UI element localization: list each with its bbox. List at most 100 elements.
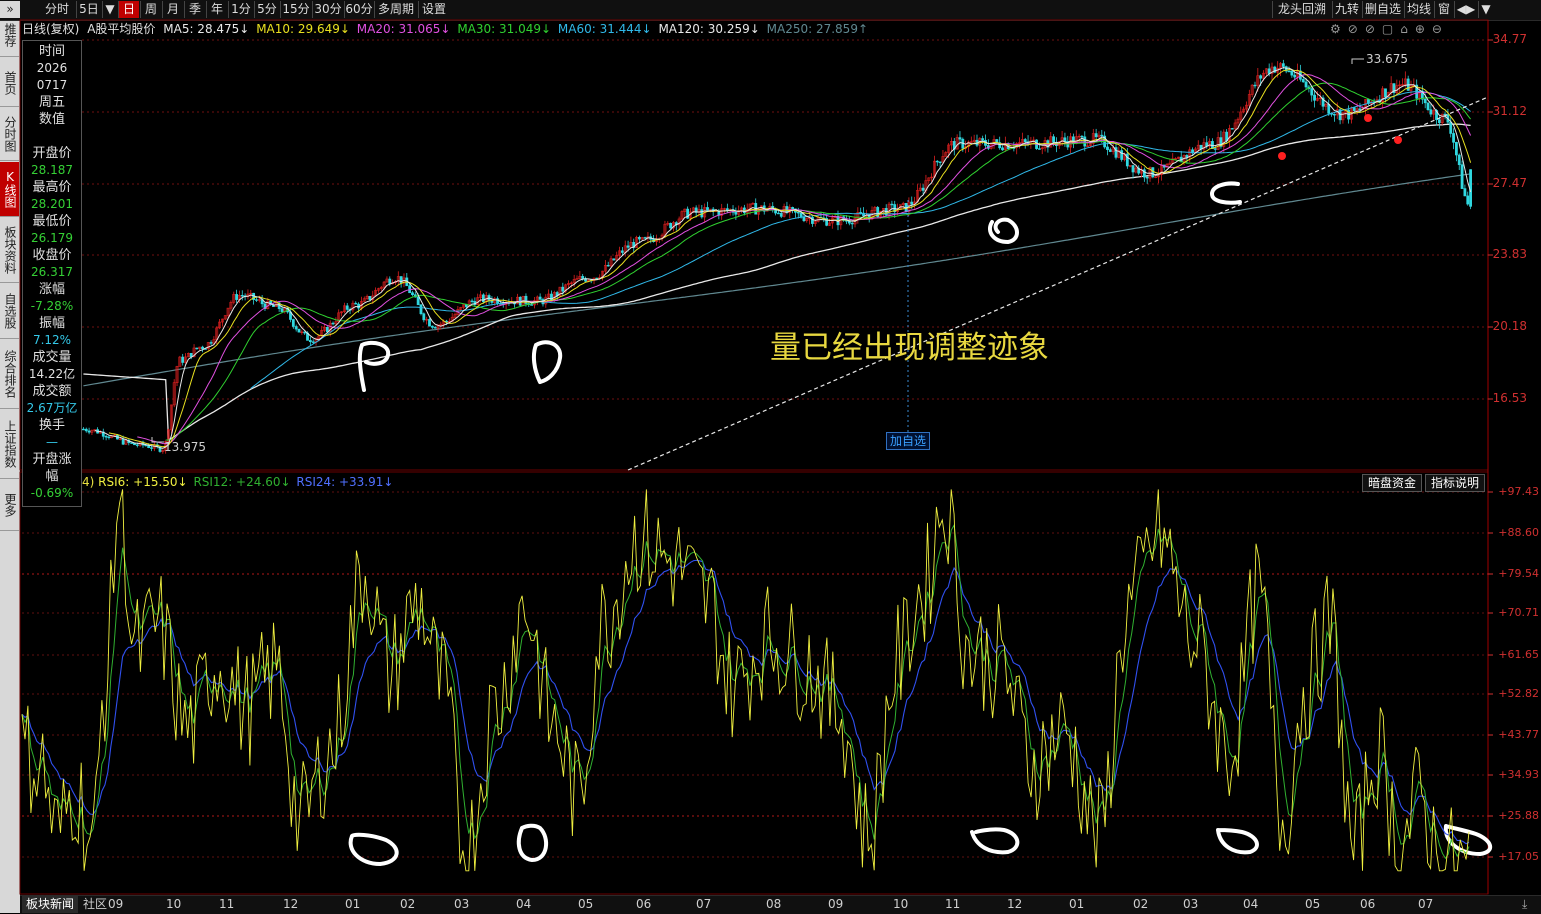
- kline-chart[interactable]: [0, 0, 1541, 913]
- month-label: 07: [1418, 897, 1434, 911]
- candle-body: [201, 346, 204, 349]
- weekday-value: 周五: [38, 95, 65, 110]
- candle-body: [1213, 148, 1217, 150]
- candle-body: [496, 298, 499, 304]
- open-change-value: -0.69%: [30, 486, 74, 500]
- candle-body: [209, 342, 213, 344]
- candle-body: [1063, 137, 1067, 142]
- month-label: 12: [283, 897, 299, 911]
- price-axis-label: 16.53: [1492, 391, 1527, 405]
- candle-body: [1131, 165, 1135, 173]
- candle-body: [84, 428, 88, 432]
- candle-body: [890, 203, 894, 206]
- rsi-legend: 4) RSI6: +15.50↓ RSI12: +24.60↓ RSI24: +…: [82, 474, 393, 490]
- rsi-axis-label: +34.93: [1498, 768, 1539, 781]
- candle-body: [1304, 81, 1308, 88]
- candle-body: [135, 444, 139, 446]
- amplitude-value: 7.12%: [32, 333, 72, 347]
- bottom-tab-0[interactable]: 板块新闻: [22, 896, 78, 913]
- month-label: 11: [219, 897, 235, 911]
- candle-body: [345, 305, 349, 310]
- change-label: 涨幅: [38, 282, 65, 297]
- candle-body: [82, 428, 85, 431]
- candle-body: [411, 292, 414, 295]
- price-axis-label: 23.83: [1492, 247, 1527, 261]
- candle-body: [1463, 188, 1467, 197]
- price-axis-label: 34.77: [1492, 32, 1527, 46]
- rsi6-line: [21, 489, 1470, 872]
- candle-body: [297, 328, 301, 333]
- rsi-axis-label: +97.43: [1498, 485, 1539, 498]
- ma10-line: [108, 68, 1472, 448]
- candle-body: [368, 296, 372, 301]
- candle-body: [734, 212, 738, 215]
- indicator-help-button[interactable]: 指标说明: [1425, 474, 1485, 492]
- candle-body: [1333, 113, 1336, 116]
- candle-body: [303, 331, 307, 334]
- candle-body: [538, 296, 542, 300]
- candle-body: [1460, 164, 1464, 189]
- close-label: 收盘价: [32, 248, 72, 263]
- rsi-axis-label: +43.77: [1498, 728, 1539, 741]
- candle-body: [1037, 148, 1041, 150]
- hand-drawn-mark: [516, 823, 549, 863]
- candle-body: [181, 356, 185, 363]
- candle-body: [802, 216, 806, 222]
- rsi24-line: [21, 559, 1470, 845]
- dark-pool-button[interactable]: 暗盘资金: [1362, 474, 1422, 492]
- info-panel: 时间 2026 0717 周五 数值 开盘价 28.187 最高价 28.201…: [22, 40, 82, 507]
- candle-body: [255, 299, 258, 301]
- rsi-axis-label: +70.71: [1498, 606, 1539, 619]
- rsi12-value: RSI12: +24.60↓: [193, 475, 291, 489]
- close-value: 26.317: [31, 265, 73, 279]
- candle-body: [1454, 141, 1458, 156]
- candle-body: [981, 138, 985, 141]
- rsi-axis-label: +17.05: [1498, 850, 1539, 863]
- download-icon[interactable]: ⤓: [1522, 897, 1527, 912]
- candle-body: [1080, 135, 1084, 138]
- candle-body: [308, 340, 312, 343]
- rsi-panel-frame: [19, 471, 1489, 895]
- volume-value: 14.22亿: [28, 367, 76, 381]
- add-watchlist-button[interactable]: 加自选: [886, 432, 931, 450]
- candle-body: [331, 322, 335, 325]
- candle-body: [1001, 147, 1004, 151]
- month-label: 10: [893, 897, 909, 911]
- month-label: 10: [166, 897, 182, 911]
- candle-body: [779, 212, 783, 217]
- candle-body: [1449, 121, 1453, 134]
- candle-body: [1151, 167, 1155, 178]
- open-label: 开盘价: [32, 146, 72, 161]
- candle-body: [561, 286, 565, 292]
- month-label: 12: [1007, 897, 1023, 911]
- month-label: 01: [1069, 897, 1085, 911]
- rsi-axis-label: +61.65: [1498, 648, 1539, 661]
- candle-body: [235, 294, 239, 300]
- signal-dot: [1278, 152, 1286, 160]
- candle-body: [1457, 154, 1461, 165]
- bottom-tab-1[interactable]: 社区: [80, 896, 110, 913]
- year-value: 2026: [36, 61, 68, 75]
- candle-body: [1267, 68, 1271, 74]
- candle-body: [935, 160, 939, 163]
- candle-body: [938, 161, 942, 163]
- candle-body: [470, 300, 474, 302]
- candle-body: [1313, 94, 1316, 101]
- rsi-axis-label: +88.60: [1498, 526, 1539, 539]
- candle-body: [150, 447, 153, 449]
- signal-dot: [1394, 136, 1402, 144]
- low-label: 最低价: [32, 214, 72, 229]
- low-price-label: 13.975: [164, 440, 206, 454]
- hand-drawn-mark: [1216, 828, 1259, 855]
- change-value: -7.28%: [30, 299, 74, 313]
- candle-body: [1301, 78, 1305, 83]
- candle-body: [1023, 139, 1027, 143]
- candle-body: [1094, 133, 1098, 138]
- trend-line: [627, 96, 1489, 471]
- bottom-bar: 板块新闻 社区 09 10 11 12 01 02 03 04 05 06 07 08 09 10 11 12 01…: [20, 895, 1541, 914]
- candle-body: [1083, 136, 1087, 147]
- candle-body: [859, 212, 863, 214]
- turnover-value: —: [46, 435, 58, 449]
- rsi-axis-label: +25.88: [1498, 809, 1539, 822]
- ma5-line: [94, 66, 1472, 449]
